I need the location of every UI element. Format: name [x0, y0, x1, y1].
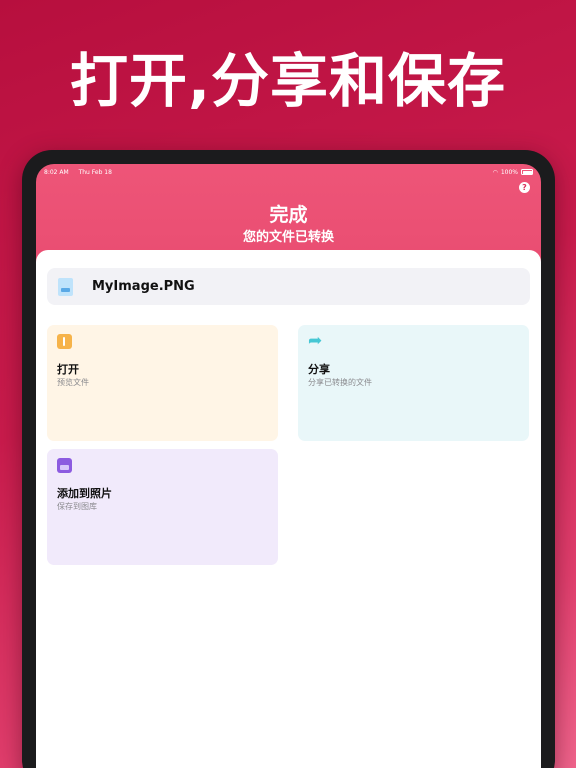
file-row[interactable]: MyImage.PNG — [47, 268, 530, 305]
open-card-title: 打开 — [57, 363, 79, 376]
photos-icon — [57, 458, 72, 473]
open-file-icon — [57, 334, 72, 349]
promo-headline: 打开,分享和保存 — [69, 47, 507, 115]
content-sheet: MyImage.PNG 打开 预览文件 ➦ 分享 分享已转换的文件 添加到照片 … — [36, 250, 541, 768]
tablet-frame: 8:02 AM Thu Feb 18 ◠ 100% ? 完成 您的文件已转换 M… — [22, 150, 555, 768]
wifi-icon: ◠ — [492, 168, 498, 176]
status-right: ◠ 100% — [493, 169, 533, 176]
status-date: Thu Feb 18 — [78, 168, 112, 176]
status-left: 8:02 AM Thu Feb 18 — [44, 169, 120, 176]
add-to-photos-card[interactable]: 添加到照片 保存到图库 — [47, 449, 278, 565]
page-subtitle: 您的文件已转换 — [242, 230, 334, 245]
help-button[interactable]: ? — [519, 182, 530, 193]
add-to-photos-title: 添加到照片 — [57, 487, 112, 500]
open-card[interactable]: 打开 预览文件 — [47, 325, 278, 441]
add-to-photos-subtitle: 保存到图库 — [57, 502, 97, 511]
battery-icon — [521, 169, 533, 175]
file-name: MyImage.PNG — [92, 279, 195, 294]
status-bar: 8:02 AM Thu Feb 18 ◠ 100% — [44, 166, 533, 178]
battery-percent: 100% — [500, 168, 518, 176]
share-card-title: 分享 — [308, 363, 330, 376]
status-time: 8:02 AM — [44, 168, 69, 176]
app-screen: 8:02 AM Thu Feb 18 ◠ 100% ? 完成 您的文件已转换 M… — [36, 164, 541, 768]
share-card[interactable]: ➦ 分享 分享已转换的文件 — [298, 325, 529, 441]
open-card-subtitle: 预览文件 — [57, 378, 89, 387]
image-file-icon — [58, 277, 73, 296]
share-card-subtitle: 分享已转换的文件 — [308, 378, 372, 387]
share-arrow-icon: ➦ — [308, 331, 323, 351]
page-title: 完成 — [269, 204, 308, 226]
